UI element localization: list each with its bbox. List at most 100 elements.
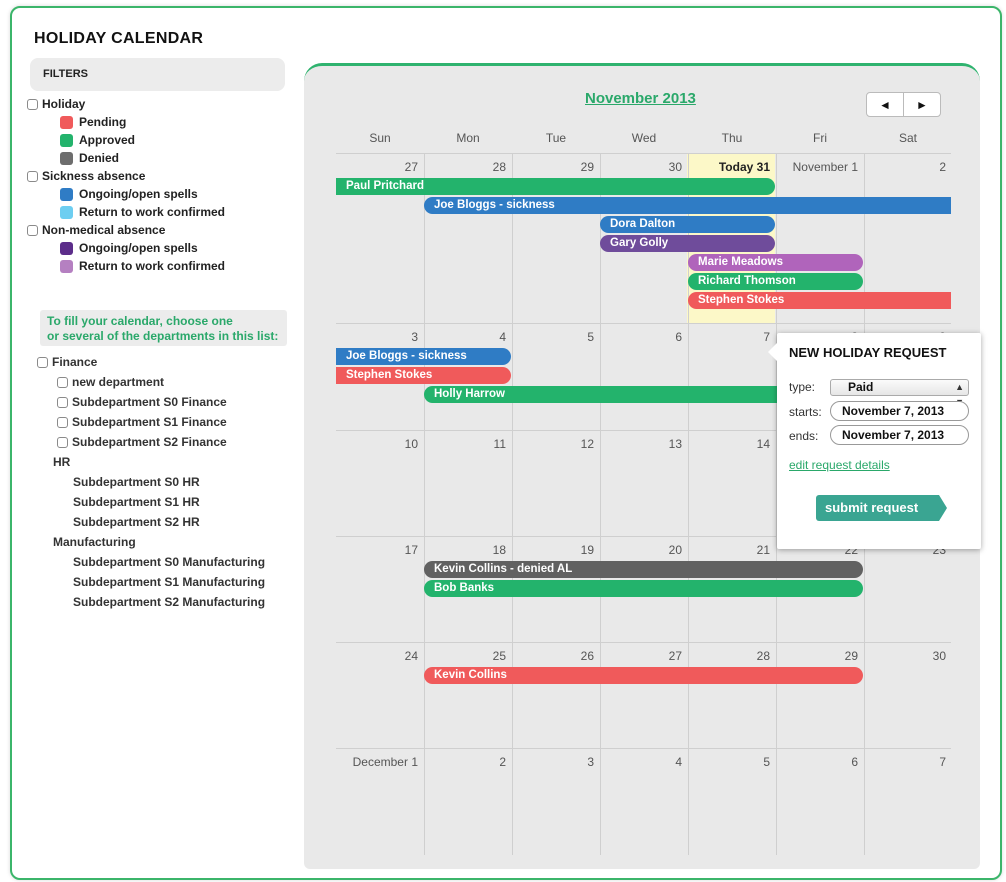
day-number[interactable]: 10	[336, 437, 418, 451]
day-number[interactable]: December 1	[336, 755, 418, 769]
prev-month-button[interactable]: ◄	[867, 93, 903, 116]
filter-item-label: Ongoing/open spells	[79, 241, 198, 255]
department-finance[interactable]: Finance	[37, 353, 97, 371]
department-hr[interactable]: HR	[53, 453, 70, 471]
day-number[interactable]: 4	[424, 330, 506, 344]
filter-item-label: Return to work confirmed	[79, 205, 226, 219]
filter-item[interactable]: Return to work confirmed	[60, 203, 225, 221]
calendar-event[interactable]: Joe Bloggs - sickness	[336, 348, 511, 365]
ends-date-input[interactable]: November 7, 2013	[830, 425, 969, 445]
subdepartment-item[interactable]: Subdepartment S0 Manufacturing	[73, 553, 265, 571]
filter-item[interactable]: Ongoing/open spells	[60, 185, 198, 203]
calendar-event[interactable]: Stephen Stokes	[336, 367, 511, 384]
day-number[interactable]: 2	[864, 160, 946, 174]
day-number[interactable]: 5	[512, 330, 594, 344]
subdepartment-label: Subdepartment S0 Finance	[72, 395, 227, 409]
subdepartment-checkbox[interactable]	[57, 436, 68, 448]
filter-group-label: Sickness absence	[42, 169, 146, 183]
subdepartment-item[interactable]: new department	[57, 373, 164, 391]
starts-date-input[interactable]: November 7, 2013	[830, 401, 969, 421]
subdepartment-item[interactable]: Subdepartment S2 Finance	[57, 433, 227, 451]
day-number[interactable]: 28	[688, 649, 770, 663]
subdepartment-checkbox[interactable]	[57, 376, 68, 388]
submit-request-button[interactable]: submit request	[816, 495, 947, 521]
day-number[interactable]: 6	[600, 330, 682, 344]
subdepartment-item[interactable]: Subdepartment S0 HR	[73, 473, 200, 491]
day-number[interactable]: 13	[600, 437, 682, 451]
day-number[interactable]: 29	[512, 160, 594, 174]
filter-item[interactable]: Ongoing/open spells	[60, 239, 198, 257]
filter-checkbox[interactable]	[27, 98, 38, 110]
calendar-event[interactable]: Marie Meadows	[688, 254, 863, 271]
department-checkbox[interactable]	[37, 356, 48, 368]
subdepartment-item[interactable]: Subdepartment S1 HR	[73, 493, 200, 511]
filter-checkbox[interactable]	[27, 224, 38, 236]
calendar-event[interactable]: Stephen Stokes	[688, 292, 951, 309]
day-number[interactable]: 2	[424, 755, 506, 769]
grid-column-line	[512, 153, 513, 855]
day-number[interactable]: 12	[512, 437, 594, 451]
filters-header[interactable]: FILTERS	[30, 58, 285, 91]
calendar-event[interactable]: Kevin Collins	[424, 667, 863, 684]
day-number[interactable]: Today 31	[688, 160, 770, 174]
calendar-event[interactable]: Paul Pritchard	[336, 178, 775, 195]
day-number[interactable]: 17	[336, 543, 418, 557]
day-number[interactable]: 21	[688, 543, 770, 557]
subdepartment-item[interactable]: Subdepartment S2 HR	[73, 513, 200, 531]
filter-item[interactable]: Return to work confirmed	[60, 257, 225, 275]
day-number[interactable]: 28	[424, 160, 506, 174]
filter-group-2[interactable]: Non-medical absence	[27, 221, 165, 239]
calendar-event[interactable]: Kevin Collins - denied AL	[424, 561, 863, 578]
department-hint-line1: To fill your calendar, choose one	[47, 314, 233, 328]
edit-request-details-link[interactable]: edit request details	[789, 458, 890, 472]
filter-group-0[interactable]: Holiday	[27, 95, 85, 113]
day-number[interactable]: 29	[776, 649, 858, 663]
subdepartment-checkbox[interactable]	[57, 416, 68, 428]
subdepartment-label: Subdepartment S0 HR	[73, 475, 200, 489]
day-number[interactable]: 4	[600, 755, 682, 769]
day-number[interactable]: 3	[512, 755, 594, 769]
subdepartment-item[interactable]: Subdepartment S1 Manufacturing	[73, 573, 265, 591]
day-number[interactable]: 30	[600, 160, 682, 174]
calendar-event[interactable]: Gary Golly	[600, 235, 775, 252]
day-number[interactable]: 19	[512, 543, 594, 557]
day-number[interactable]: 14	[688, 437, 770, 451]
calendar-event[interactable]: Dora Dalton	[600, 216, 775, 233]
day-number[interactable]: 18	[424, 543, 506, 557]
calendar-event[interactable]: Richard Thomson	[688, 273, 863, 290]
day-number[interactable]: 24	[336, 649, 418, 663]
department-manufacturing[interactable]: Manufacturing	[53, 533, 136, 551]
day-number[interactable]: 7	[688, 330, 770, 344]
type-select[interactable]: Paid ▲▼	[830, 379, 969, 407]
filter-item[interactable]: Denied	[60, 149, 119, 167]
filter-item[interactable]: Pending	[60, 113, 126, 131]
month-title[interactable]: November 2013	[585, 90, 696, 107]
day-number[interactable]: 11	[424, 437, 506, 451]
day-number[interactable]: November 1	[776, 160, 858, 174]
day-number[interactable]: 6	[776, 755, 858, 769]
day-number[interactable]: 3	[336, 330, 418, 344]
filter-group-1[interactable]: Sickness absence	[27, 167, 145, 185]
subdepartment-checkbox[interactable]	[57, 396, 68, 408]
color-swatch	[60, 205, 73, 219]
popup-title: NEW HOLIDAY REQUEST	[789, 345, 947, 360]
day-number[interactable]: 26	[512, 649, 594, 663]
subdepartment-item[interactable]: Subdepartment S2 Manufacturing	[73, 593, 265, 611]
calendar-event[interactable]: Bob Banks	[424, 580, 863, 597]
day-number[interactable]: 7	[864, 755, 946, 769]
calendar-event[interactable]: Joe Bloggs - sickness	[424, 197, 951, 214]
filter-checkbox[interactable]	[27, 170, 38, 182]
next-month-button[interactable]: ►	[903, 93, 940, 116]
day-number[interactable]: 20	[600, 543, 682, 557]
month-nav: ◄ ►	[866, 92, 941, 117]
day-number[interactable]: 25	[424, 649, 506, 663]
subdepartment-item[interactable]: Subdepartment S0 Finance	[57, 393, 227, 411]
day-number[interactable]: 5	[688, 755, 770, 769]
day-number[interactable]: 27	[600, 649, 682, 663]
filter-item[interactable]: Approved	[60, 131, 135, 149]
subdepartment-item[interactable]: Subdepartment S1 Finance	[57, 413, 227, 431]
day-number[interactable]: 27	[336, 160, 418, 174]
department-hint-line2: or several of the departments in this li…	[47, 329, 279, 343]
subdepartment-label: new department	[72, 375, 165, 389]
day-number[interactable]: 30	[864, 649, 946, 663]
